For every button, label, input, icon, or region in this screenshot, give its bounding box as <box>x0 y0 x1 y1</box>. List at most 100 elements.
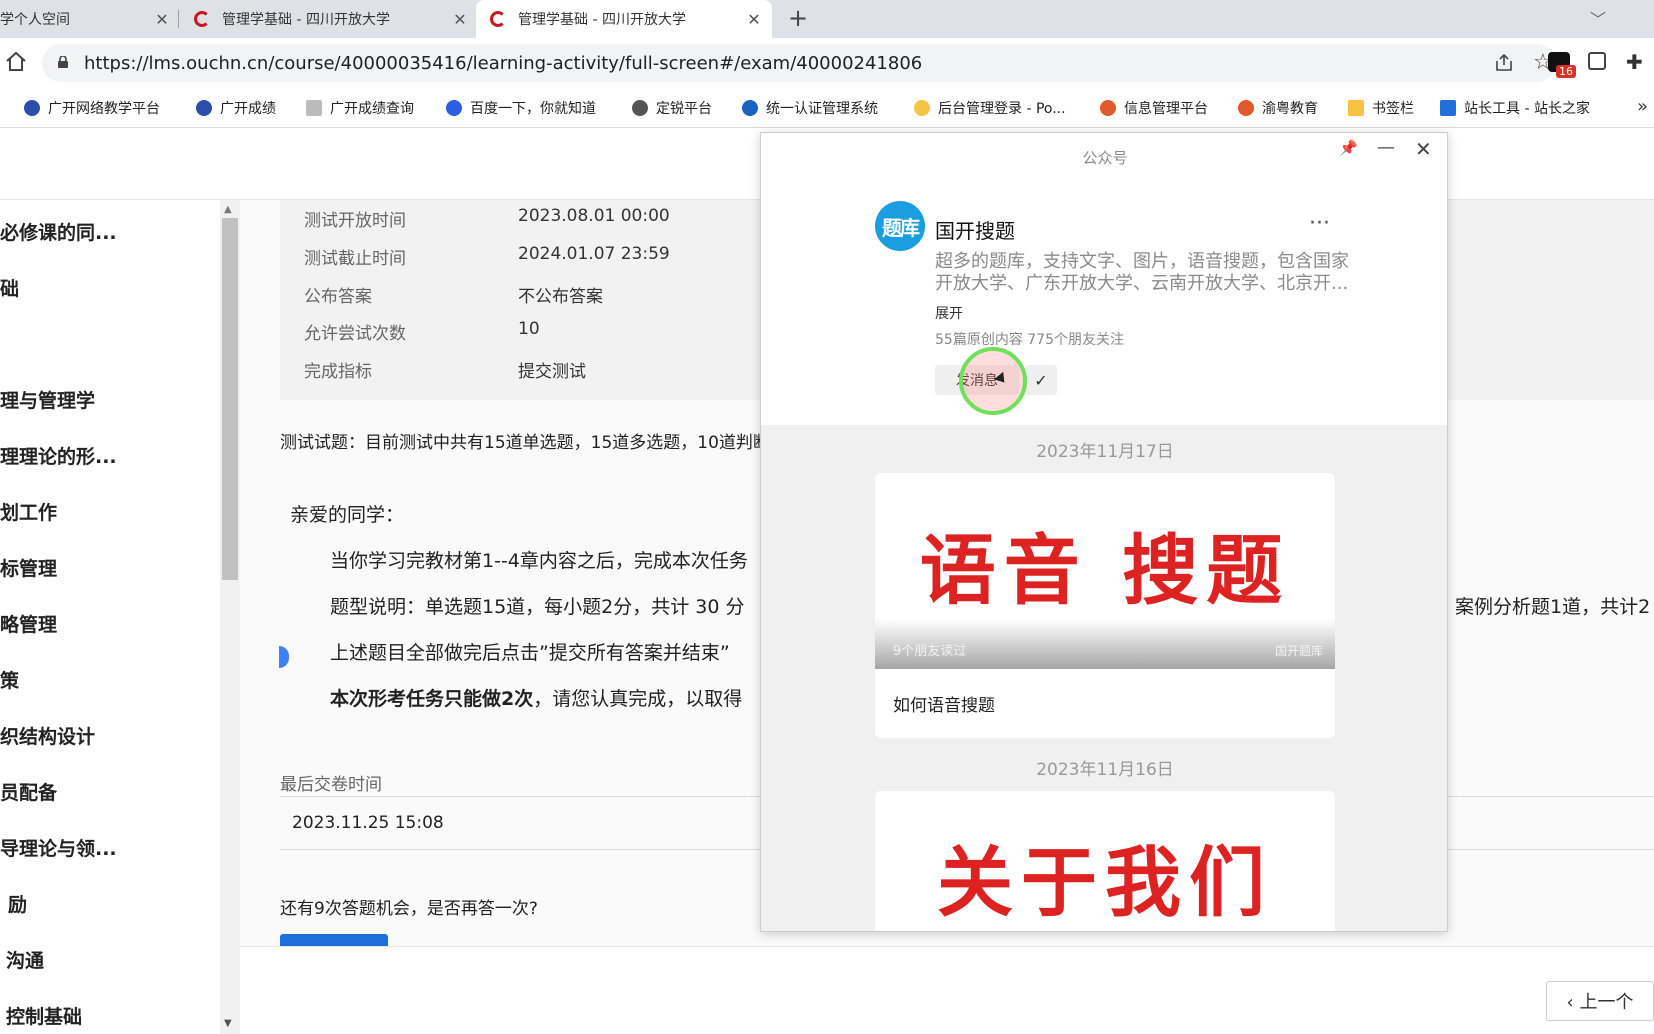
tab-search-chevron-icon[interactable]: ﹀ <box>1590 6 1606 30</box>
sidebar-item[interactable]: 础 <box>0 274 19 301</box>
bookmark-item[interactable]: 广开成绩 <box>196 98 276 118</box>
sidebar-scrollbar-thumb[interactable] <box>222 218 238 580</box>
instruction-para-3: 上述题目全部做完后点击”提交所有答案并结束” <box>330 642 730 664</box>
bookmark-item[interactable]: 广开成绩查询 <box>306 98 414 118</box>
sidebar-item[interactable]: 导理论与领... <box>0 834 117 861</box>
expand-link[interactable]: 展开 <box>935 303 963 323</box>
tab-divider <box>178 10 179 28</box>
info-value: 不公布答案 <box>518 287 603 307</box>
bookmark-item[interactable]: 渝粤教育 <box>1238 98 1318 118</box>
sidebar-item[interactable]: 划工作 <box>0 498 57 525</box>
sidebar-item[interactable]: 略管理 <box>0 610 57 637</box>
feed-date: 2023年11月17日 <box>1036 442 1174 462</box>
account-avatar[interactable]: 题库 <box>875 201 925 251</box>
read-count: 9个朋友读过 <box>893 644 967 659</box>
close-icon[interactable]: ✕ <box>744 10 764 29</box>
bookmark-item[interactable]: 广开网络教学平台 <box>24 98 160 118</box>
article-card[interactable]: 语音 搜题 9个朋友读过 国开题库 如何语音搜题 <box>875 473 1335 738</box>
tab-title: 管理学基础 - 四川开放大学 <box>222 12 390 28</box>
tab-management-basics-1[interactable]: 管理学基础 - 四川开放大学 ✕ <box>180 0 470 38</box>
scroll-down-arrow-icon[interactable]: ▼ <box>224 1018 232 1029</box>
article-cover: 关于我们 <box>875 791 1335 931</box>
bookmark-favicon-icon <box>1440 100 1456 116</box>
minimize-icon[interactable]: — <box>1377 137 1395 158</box>
bookmark-item[interactable]: 书签栏 <box>1348 98 1414 118</box>
sidebar-item[interactable]: 励 <box>8 890 27 917</box>
url-text[interactable]: https://lms.ouchn.cn/course/40000035416/… <box>84 53 922 74</box>
sun-icon <box>914 100 930 116</box>
click-indicator <box>959 347 1027 415</box>
home-icon[interactable] <box>4 50 28 74</box>
ouchn-logo-icon <box>194 11 210 27</box>
close-icon[interactable]: ✕ <box>450 10 470 29</box>
retake-button[interactable] <box>280 934 388 946</box>
collections-icon[interactable] <box>1588 52 1606 70</box>
sidebar-item[interactable]: 织结构设计 <box>0 722 95 749</box>
folder-icon <box>1348 100 1364 116</box>
article-cover-text: 语音 搜题 <box>919 526 1291 615</box>
sidebar-item[interactable]: 策 <box>0 666 19 693</box>
instruction-para-2: 题型说明：单选题15道，每小题2分，共计 30 分 <box>330 596 745 618</box>
extensions-puzzle-icon[interactable]: ✚ <box>1626 50 1643 74</box>
bookmark-item[interactable]: 统一认证管理系统 <box>742 98 878 118</box>
bookmark-label: 定锐平台 <box>656 101 712 117</box>
bookmark-item[interactable]: 百度一下，你就知道 <box>446 98 596 118</box>
bookmark-label: 渝粤教育 <box>1262 101 1318 117</box>
article-card[interactable]: 关于我们 <box>875 791 1335 931</box>
baidu-paw-icon <box>446 100 462 116</box>
bookmark-favicon-icon <box>196 100 212 116</box>
new-tab-button[interactable]: + <box>788 4 808 32</box>
sidebar-item[interactable]: 沟通 <box>6 946 44 973</box>
last-submit-value: 2023.11.25 15:08 <box>292 813 444 833</box>
info-label: 完成指标 <box>304 362 372 382</box>
bookmarks-overflow-button[interactable]: » <box>1637 96 1648 117</box>
sidebar-item[interactable]: 标管理 <box>0 554 57 581</box>
close-icon[interactable]: ✕ <box>1415 137 1432 161</box>
info-label: 公布答案 <box>304 287 372 307</box>
bookmark-item[interactable]: 信息管理平台 <box>1100 98 1208 118</box>
extension-badge-count: 16 <box>1556 65 1576 78</box>
globe-icon <box>632 100 648 116</box>
sidebar-item[interactable]: 理理论的形... <box>0 442 117 469</box>
lock-icon[interactable] <box>58 56 68 68</box>
sidebar-item[interactable]: 必修课的同... <box>0 218 117 245</box>
feed-date: 2023年11月16日 <box>1036 760 1174 780</box>
last-submit-label: 最后交卷时间 <box>280 775 382 795</box>
tab-management-basics-active[interactable]: 管理学基础 - 四川开放大学 ✕ <box>476 0 772 38</box>
bottom-nav-bar: ‹ 上一个 <box>240 946 1654 1034</box>
bookmark-item[interactable]: 定锐平台 <box>632 98 712 118</box>
pin-icon[interactable]: 📌 <box>1339 139 1358 157</box>
bookmark-favicon-icon <box>742 100 758 116</box>
home-bookmark-icon <box>306 100 322 116</box>
bookmark-label: 书签栏 <box>1372 101 1414 117</box>
address-bar[interactable]: https://lms.ouchn.cn/course/40000035416/… <box>42 44 1556 82</box>
sidebar-item[interactable]: 控制基础 <box>6 1002 82 1029</box>
ouchn-logo-icon <box>490 11 506 27</box>
more-options-icon[interactable]: ··· <box>1309 211 1330 236</box>
expand-handle[interactable] <box>279 646 289 668</box>
bookmark-label: 广开成绩查询 <box>330 101 414 117</box>
bookmark-favicon-icon <box>24 100 40 116</box>
info-value: 提交测试 <box>518 362 586 382</box>
bookmark-item[interactable]: 后台管理登录 - Po... <box>914 98 1066 118</box>
bookmark-item[interactable]: 站长工具 - 站长之家 <box>1440 98 1590 118</box>
bookmark-label: 广开成绩 <box>220 101 276 117</box>
tab-personal-space[interactable]: 学个人空间 ✕ <box>0 0 172 38</box>
bookmark-label: 统一认证管理系统 <box>766 101 878 117</box>
followed-user-icon[interactable]: ✓ <box>1025 365 1057 395</box>
article-title: 如何语音搜题 <box>893 696 995 716</box>
close-icon[interactable]: ✕ <box>152 10 172 29</box>
instruction-para-1: 当你学习完教材第1--4章内容之后，完成本次任务 <box>330 550 748 572</box>
tab-title: 学个人空间 <box>0 12 70 28</box>
remaining-attempts: 还有9次答题机会，是否再答一次? <box>280 899 538 919</box>
previous-button[interactable]: ‹ 上一个 <box>1546 981 1654 1021</box>
share-icon[interactable] <box>1494 53 1514 73</box>
questions-summary: 测试试题：目前测试中共有15道单选题，15道多选题，10道判断 <box>280 433 770 453</box>
account-stats: 55篇原创内容 775个朋友关注 <box>935 332 1124 348</box>
tab-title: 管理学基础 - 四川开放大学 <box>518 12 686 28</box>
sidebar-item[interactable]: 理与管理学 <box>0 386 95 413</box>
sidebar-item[interactable]: 员配备 <box>0 778 57 805</box>
scroll-up-arrow-icon[interactable]: ▲ <box>224 204 232 215</box>
attempt-limit-bold: 本次形考任务只能做2次 <box>330 688 534 710</box>
info-value: 10 <box>518 319 540 339</box>
